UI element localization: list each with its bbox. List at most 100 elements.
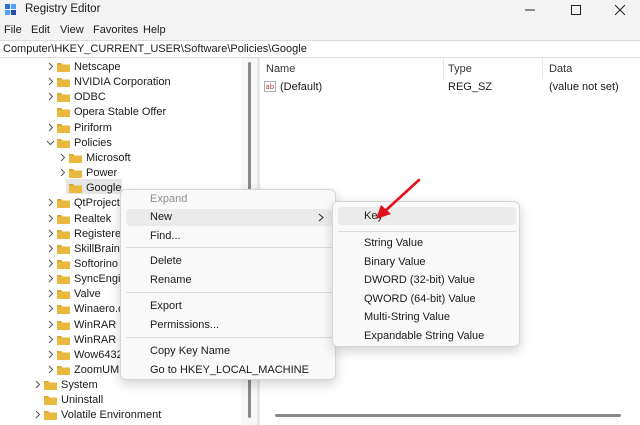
minimize-icon bbox=[525, 9, 535, 11]
menu-goto-hklm[interactable]: Go to HKEY_LOCAL_MACHINE bbox=[150, 364, 309, 376]
submenu-binary-value[interactable]: Binary Value bbox=[364, 256, 426, 268]
folder-icon bbox=[44, 396, 57, 406]
chevron-right-icon[interactable] bbox=[46, 289, 55, 298]
tree-item[interactable]: ODBC bbox=[0, 90, 241, 105]
submenu-multi-string-value[interactable]: Multi-String Value bbox=[364, 311, 450, 323]
chevron-right-icon[interactable] bbox=[46, 214, 55, 223]
chevron-right-icon[interactable] bbox=[46, 198, 55, 207]
tree-item-label: Valve bbox=[74, 288, 101, 301]
folder-icon bbox=[69, 153, 82, 163]
submenu-qword-value[interactable]: QWORD (64-bit) Value bbox=[364, 293, 476, 305]
tree-item[interactable]: Opera Stable Offer bbox=[0, 105, 241, 120]
value-data: (value not set) bbox=[549, 81, 619, 93]
value-name[interactable]: (Default) bbox=[280, 81, 322, 93]
minimize-button[interactable] bbox=[507, 0, 553, 20]
tree-item[interactable]: Netscape bbox=[0, 60, 241, 75]
chevron-right-icon[interactable] bbox=[46, 274, 55, 283]
menu-permissions[interactable]: Permissions... bbox=[150, 319, 219, 331]
menu-bar: File Edit View Favorites Help bbox=[0, 20, 640, 40]
tree-item[interactable]: System bbox=[0, 378, 241, 393]
tree-item[interactable]: Uninstall bbox=[0, 393, 241, 408]
submenu-expandable-string-value[interactable]: Expandable String Value bbox=[364, 330, 484, 342]
folder-icon bbox=[57, 305, 70, 315]
menu-file[interactable]: File bbox=[4, 24, 22, 36]
chevron-right-icon[interactable] bbox=[33, 380, 42, 389]
tree-item-label: Piriform bbox=[74, 121, 112, 134]
chevron-right-icon[interactable] bbox=[46, 123, 55, 132]
chevron-right-icon[interactable] bbox=[46, 92, 55, 101]
address-bar[interactable]: Computer\HKEY_CURRENT_USER\Software\Poli… bbox=[0, 40, 640, 58]
menu-rename[interactable]: Rename bbox=[150, 274, 192, 286]
menu-expand[interactable]: Expand bbox=[150, 193, 187, 205]
menu-help[interactable]: Help bbox=[143, 24, 166, 36]
chevron-down-icon[interactable] bbox=[46, 138, 55, 147]
column-separator[interactable] bbox=[443, 59, 444, 79]
folder-icon bbox=[57, 259, 70, 269]
tree-item-label: Policies bbox=[74, 136, 112, 149]
tree-item-label: Google bbox=[86, 182, 122, 195]
submenu-dword-value[interactable]: DWORD (32-bit) Value bbox=[364, 274, 475, 286]
menu-export[interactable]: Export bbox=[150, 300, 182, 312]
menu-favorites[interactable]: Favorites bbox=[93, 24, 138, 36]
folder-icon bbox=[57, 214, 70, 224]
chevron-right-icon[interactable] bbox=[58, 153, 67, 162]
tree-item-label: Softorino bbox=[74, 257, 119, 270]
chevron-right-icon[interactable] bbox=[33, 410, 42, 419]
tree-item[interactable]: Microsoft bbox=[0, 151, 241, 166]
column-type[interactable]: Type bbox=[448, 63, 472, 75]
tree-item-label: SkillBrains bbox=[74, 242, 126, 255]
menu-find[interactable]: Find... bbox=[150, 230, 181, 242]
tree-item-label: Opera Stable Offer bbox=[74, 106, 167, 119]
column-data[interactable]: Data bbox=[549, 63, 572, 75]
folder-icon bbox=[57, 138, 70, 148]
folder-icon bbox=[57, 366, 70, 375]
chevron-right-icon[interactable] bbox=[46, 335, 55, 344]
folder-icon bbox=[69, 169, 82, 179]
chevron-right-icon[interactable] bbox=[46, 350, 55, 359]
tree-item[interactable]: Policies bbox=[0, 136, 241, 151]
column-name[interactable]: Name bbox=[266, 63, 295, 75]
column-separator[interactable] bbox=[542, 59, 543, 79]
tree-item[interactable]: Piriform bbox=[0, 121, 241, 136]
chevron-right-icon[interactable] bbox=[46, 244, 55, 253]
menu-copy-key-name[interactable]: Copy Key Name bbox=[150, 345, 230, 357]
folder-icon bbox=[57, 93, 70, 103]
submenu-string-value[interactable]: String Value bbox=[364, 237, 423, 249]
chevron-right-icon bbox=[318, 213, 324, 222]
folder-icon bbox=[57, 335, 70, 345]
chevron-right-icon[interactable] bbox=[46, 62, 55, 71]
tree-item[interactable]: Volatile Environment bbox=[0, 408, 241, 423]
folder-icon bbox=[57, 63, 70, 72]
folder-icon bbox=[57, 123, 70, 133]
menu-separator bbox=[338, 231, 516, 232]
folder-icon bbox=[57, 78, 70, 88]
tree-item-label: ZoomUM bbox=[74, 364, 120, 376]
menu-new[interactable]: New bbox=[150, 211, 172, 223]
chevron-right-icon[interactable] bbox=[46, 320, 55, 329]
tree-item[interactable]: Power bbox=[0, 166, 241, 181]
chevron-right-icon[interactable] bbox=[46, 304, 55, 313]
tree-item-label: Power bbox=[86, 167, 118, 180]
tree-item-label: NVIDIA Corporation bbox=[74, 76, 171, 89]
red-arrow-annotation bbox=[376, 178, 421, 219]
folder-icon bbox=[57, 244, 70, 254]
chevron-right-icon[interactable] bbox=[58, 168, 67, 177]
maximize-button[interactable] bbox=[553, 0, 599, 20]
close-button[interactable] bbox=[599, 0, 640, 20]
close-icon bbox=[614, 5, 625, 15]
tree-item-label: ODBC bbox=[74, 91, 106, 104]
tree-item-label: Netscape bbox=[74, 61, 121, 73]
menu-separator bbox=[126, 247, 332, 248]
menu-view[interactable]: View bbox=[60, 24, 84, 36]
chevron-right-icon[interactable] bbox=[46, 77, 55, 86]
tree-item-label: WinRAR bbox=[74, 318, 117, 331]
horizontal-scrollbar[interactable] bbox=[275, 414, 621, 417]
tree-item[interactable]: NVIDIA Corporation bbox=[0, 75, 241, 90]
tree-item-label: Volatile Environment bbox=[61, 409, 162, 422]
menu-edit[interactable]: Edit bbox=[31, 24, 50, 36]
chevron-right-icon[interactable] bbox=[46, 259, 55, 268]
chevron-right-icon[interactable] bbox=[46, 365, 55, 374]
folder-icon bbox=[57, 350, 70, 360]
menu-delete[interactable]: Delete bbox=[150, 255, 182, 267]
chevron-right-icon[interactable] bbox=[46, 229, 55, 238]
